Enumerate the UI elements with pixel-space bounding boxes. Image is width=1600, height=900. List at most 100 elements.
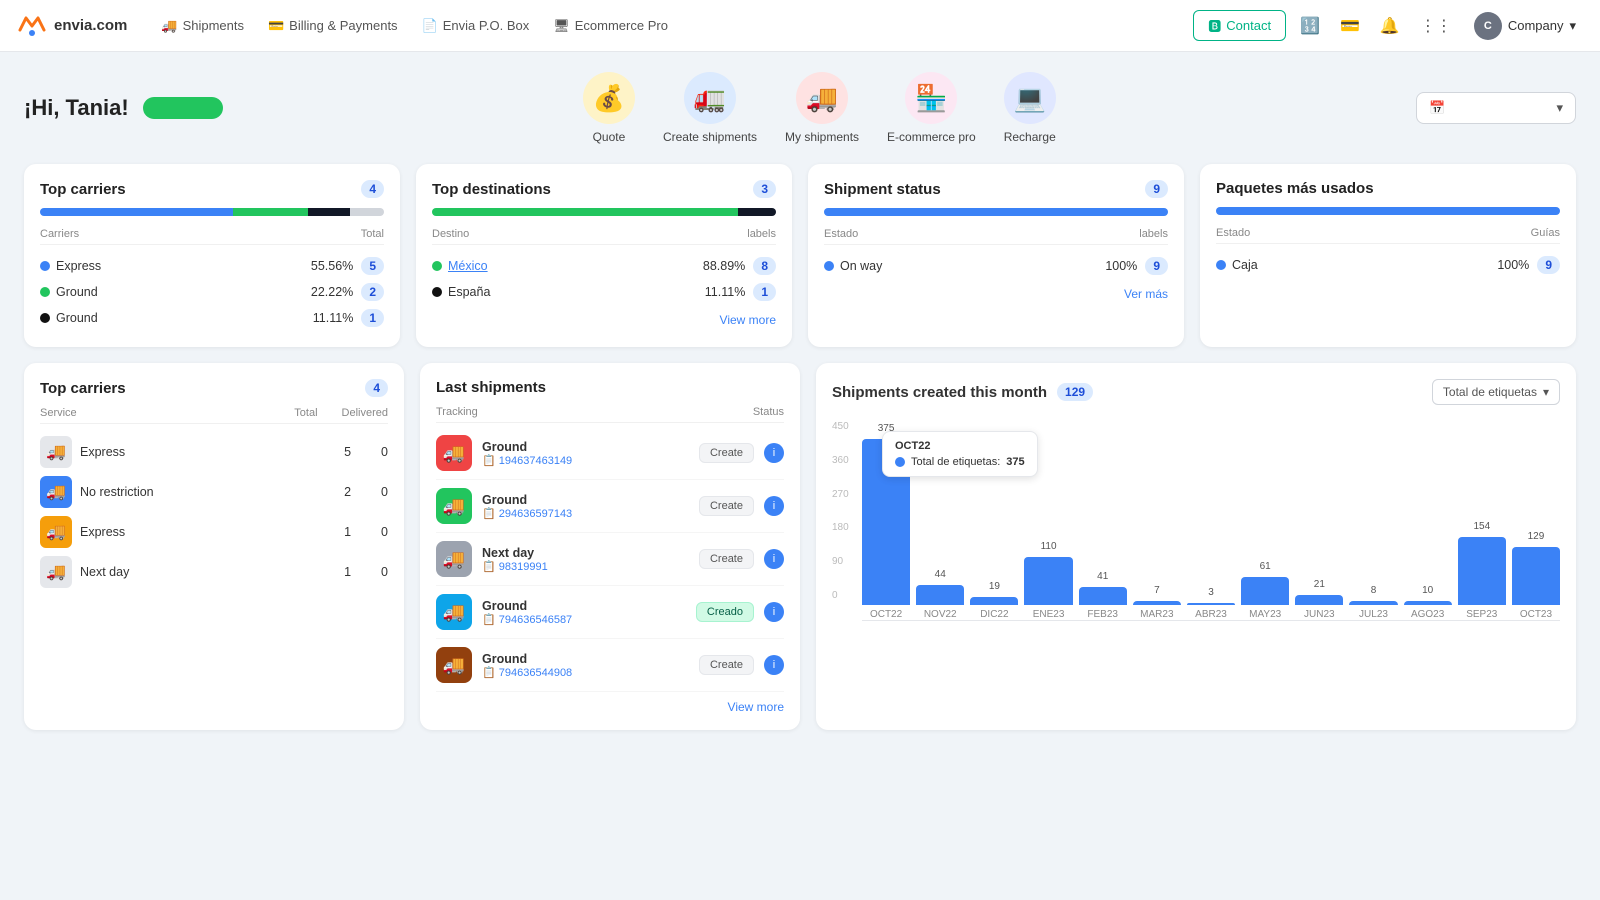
top-carriers-header: Top carriers 4 xyxy=(40,180,384,198)
dot-espana xyxy=(432,287,442,297)
calculator-button[interactable]: 🔢 xyxy=(1294,10,1326,42)
quick-action-my-shipments[interactable]: 🚚 My shipments xyxy=(785,72,859,144)
bar-col-oct22: 375OCT22 xyxy=(862,439,910,620)
contact-button[interactable]: 🅱 Contact xyxy=(1193,10,1286,41)
next-day-icon: 🚚 xyxy=(40,556,72,588)
table-row: 🚚 No restriction 2 0 xyxy=(40,472,388,512)
tracking-link[interactable]: 📋 194637463149 xyxy=(482,454,689,467)
nav-billing[interactable]: 💳 Billing & Payments xyxy=(258,12,408,40)
pobox-icon: 📄 xyxy=(422,18,438,34)
chart-select-button[interactable]: Total de etiquetas ▾ xyxy=(1432,379,1560,405)
carrier-count-ground-green: 2 xyxy=(361,283,384,301)
top-carriers-badge: 4 xyxy=(361,180,384,198)
list-item: 🚚 Ground 📋 794636546587 Creado i xyxy=(436,586,784,639)
top-carriers-col-header: Carriers Total xyxy=(40,228,384,245)
create-button-4[interactable]: Create xyxy=(699,655,754,675)
shipments-chart-card: Shipments created this month 129 Total d… xyxy=(816,363,1576,730)
carrier-count-express: 5 xyxy=(361,257,384,275)
top-carriers-2-card: Top carriers 4 Service Total Delivered 🚚… xyxy=(24,363,404,730)
carrier-icon-teal: 🚚 xyxy=(436,594,472,630)
shipment-info: Ground 📋 294636597143 xyxy=(482,493,689,520)
tracking-link[interactable]: 📋 98319991 xyxy=(482,560,689,573)
carrier-icon-gray: 🚚 xyxy=(436,541,472,577)
recharge-icon-wrap: 💻 xyxy=(1004,72,1056,124)
notification-button[interactable]: 🔔 xyxy=(1374,10,1406,42)
bar-rect xyxy=(1187,603,1235,605)
my-shipments-label: My shipments xyxy=(785,130,859,144)
dest-bar-espana xyxy=(738,208,776,216)
create-button-1[interactable]: Create xyxy=(699,496,754,516)
copy-icon: 📋 xyxy=(482,508,496,520)
create-button-2[interactable]: Create xyxy=(699,549,754,569)
express-icon: 🚚 xyxy=(40,436,72,468)
shipment-status-view-more[interactable]: Ver más xyxy=(824,287,1168,301)
carrier-icon-red: 🚚 xyxy=(436,435,472,471)
table-row: 🚚 Express 5 0 xyxy=(40,432,388,472)
bar-col-nov22: 44NOV22 xyxy=(916,585,964,620)
tracking-link[interactable]: 📋 794636546587 xyxy=(482,613,686,626)
bar-col-jul23: 8JUL23 xyxy=(1349,601,1397,620)
billing-icon: 💳 xyxy=(268,18,284,34)
quick-action-recharge[interactable]: 💻 Recharge xyxy=(1004,72,1056,144)
info-icon-2[interactable]: i xyxy=(764,549,784,569)
create-button-0[interactable]: Create xyxy=(699,443,754,463)
bar-rect xyxy=(1404,601,1452,605)
info-icon-1[interactable]: i xyxy=(764,496,784,516)
top-destinations-card: Top destinations 3 Destino labels México… xyxy=(416,164,792,347)
bar-rect xyxy=(916,585,964,605)
nav-shipments[interactable]: 🚚 Shipments xyxy=(151,12,254,40)
info-icon-0[interactable]: i xyxy=(764,443,784,463)
top-destinations-view-more[interactable]: View more xyxy=(432,313,776,327)
top-destinations-header: Top destinations 3 xyxy=(432,180,776,198)
last-shipments-card: Last shipments Tracking Status 🚚 Ground … xyxy=(420,363,800,730)
shipment-status-bar xyxy=(824,208,1168,216)
list-item: 🚚 Next day 📋 98319991 Create i xyxy=(436,533,784,586)
carrier-count-ground-dark: 1 xyxy=(361,309,384,327)
dot-onway xyxy=(824,261,834,271)
quote-icon-wrap: 💰 xyxy=(583,72,635,124)
company-button[interactable]: C Company ▾ xyxy=(1466,6,1584,46)
copy-icon: 📋 xyxy=(482,561,496,573)
quick-action-ecommerce-pro[interactable]: 🏪 E-commerce pro xyxy=(887,72,976,144)
creado-button-3[interactable]: Creado xyxy=(696,602,754,622)
table-row: 🚚 Express 1 0 xyxy=(40,512,388,552)
nav-ecommerce[interactable]: 🖥 Ecommerce Pro xyxy=(543,12,678,40)
brand-name: envia.com xyxy=(54,17,127,34)
quick-action-create-shipments[interactable]: 🚛 Create shipments xyxy=(663,72,757,144)
chart-wrapper: 450 360 270 180 90 0 375OCT2244NOV2219DI… xyxy=(832,421,1560,621)
paquetes-header: Paquetes más usados xyxy=(1216,180,1560,197)
info-icon-3[interactable]: i xyxy=(764,602,784,622)
card-button[interactable]: 💳 xyxy=(1334,10,1366,42)
date-picker-button[interactable]: 📅 ▾ xyxy=(1416,92,1576,124)
nav-right: 🅱 Contact 🔢 💳 🔔 ⋮⋮ C Company ▾ xyxy=(1193,6,1584,46)
dot-dark xyxy=(40,313,50,323)
info-icon-4[interactable]: i xyxy=(764,655,784,675)
copy-icon: 📋 xyxy=(482,455,496,467)
my-shipments-icon-wrap: 🚚 xyxy=(796,72,848,124)
bar-col-feb23: 41FEB23 xyxy=(1079,587,1127,620)
top-destinations-badge: 3 xyxy=(753,180,776,198)
paquetes-row-caja: Caja 100% 9 xyxy=(1216,252,1560,278)
contact-icon: 🅱 xyxy=(1208,16,1221,35)
tracking-link[interactable]: 📋 794636544908 xyxy=(482,666,689,679)
quote-icon: 💰 xyxy=(593,83,625,114)
bar-col-dic22: 19DIC22 xyxy=(970,597,1018,620)
ecommerce-pro-icon-wrap: 🏪 xyxy=(905,72,957,124)
status-count-onway: 9 xyxy=(1145,257,1168,275)
no-restriction-icon: 🚚 xyxy=(40,476,72,508)
quick-action-quote[interactable]: 💰 Quote xyxy=(583,72,635,144)
bar-other xyxy=(350,208,384,216)
last-shipments-view-more[interactable]: View more xyxy=(436,700,784,714)
chart-header: Shipments created this month 129 Total d… xyxy=(832,379,1560,405)
calendar-icon: 📅 xyxy=(1429,100,1445,116)
chart-bars: 375OCT2244NOV2219DIC22110ENE2341FEB237MA… xyxy=(862,421,1560,621)
chart-title: Shipments created this month xyxy=(832,384,1047,401)
tracking-link[interactable]: 📋 294636597143 xyxy=(482,507,689,520)
logo[interactable]: envia.com xyxy=(16,10,127,42)
nav-pobox[interactable]: 📄 Envia P.O. Box xyxy=(412,12,540,40)
navbar: envia.com 🚚 Shipments 💳 Billing & Paymen… xyxy=(0,0,1600,52)
grid-button[interactable]: ⋮⋮ xyxy=(1414,10,1458,42)
logo-icon xyxy=(16,10,48,42)
bar-express xyxy=(40,208,233,216)
bar-col-jun23: 21JUN23 xyxy=(1295,595,1343,620)
